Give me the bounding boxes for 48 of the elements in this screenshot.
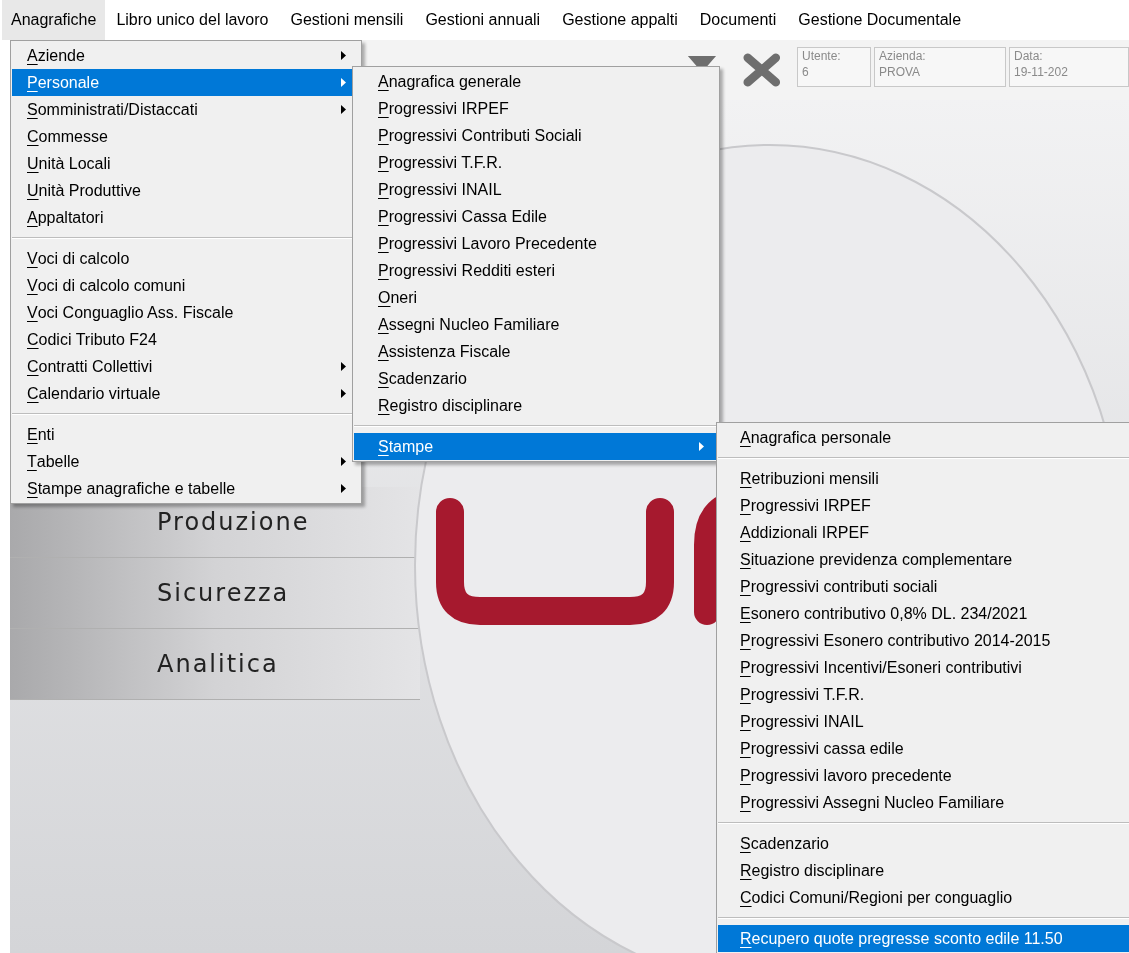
menu-item[interactable]: Progressivi lavoro precedente [718,762,1129,789]
nav-item[interactable]: Sicurezza [10,558,420,629]
menu-bar-item[interactable]: Anagrafiche [2,0,106,40]
menu-item[interactable]: Stampe [354,433,718,460]
menu-item[interactable]: Progressivi cassa edile [718,735,1129,762]
menu-item[interactable]: Progressivi T.F.R. [354,149,718,176]
menu-item[interactable]: Progressivi contributi sociali [718,573,1129,600]
menu-item[interactable]: Recupero quote pregresse sconto edile 11.50 [718,925,1129,952]
menu-item[interactable]: Progressivi T.F.R. [718,681,1129,708]
menu-item[interactable]: Progressivi Cassa Edile [354,203,718,230]
menu-item[interactable]: Registro disciplinare [354,392,718,419]
menu-item[interactable]: Progressivi INAIL [354,176,718,203]
menu-item[interactable]: Progressivi IRPEF [354,95,718,122]
field-label: Utente: [802,48,842,64]
menu-item[interactable]: Progressivi Lavoro Precedente [354,230,718,257]
menu-item[interactable]: Anagrafica personale [718,424,1129,451]
menu-item[interactable]: Progressivi IRPEF [718,492,1129,519]
field-label: Data: [1014,48,1044,64]
field-value: 19-11-202 [1014,64,1069,80]
close-icon[interactable] [743,52,781,88]
menu-item[interactable]: Progressivi Contributi Sociali [354,122,718,149]
menu-item[interactable]: Addizionali IRPEF [718,519,1129,546]
menu-item[interactable]: Scadenzario [718,830,1129,857]
menu-bar-item[interactable]: Libro unico del lavoro [105,0,280,40]
menu-item[interactable]: Esonero contributivo 0,8% DL. 234/2021 [718,600,1129,627]
menu-item[interactable]: Assegni Nucleo Familiare [354,311,718,338]
menu-bar-item[interactable]: Documenti [688,0,788,40]
menu-bar-item[interactable]: Gestioni annuali [414,0,552,40]
nav-item[interactable]: Analitica [10,629,420,700]
menu-item[interactable]: Assistenza Fiscale [354,338,718,365]
menu-bar-item[interactable]: Gestione Documentale [787,0,973,40]
field-label: Azienda: [879,48,927,64]
field-value: PROVA [879,64,922,80]
menu-item[interactable]: Retribuzioni mensili [718,465,1129,492]
menu-item[interactable]: Progressivi Assegni Nucleo Familiare [718,789,1129,816]
menu-bar-item[interactable]: Gestione appalti [551,0,689,40]
menu-item[interactable]: Situazione previdenza complementare [718,546,1129,573]
menu-item[interactable]: Progressivi Redditi esteri [354,257,718,284]
menu-item[interactable]: Aziende [12,42,360,69]
menu-item[interactable]: Codici Comuni/Regioni per conguaglio [718,884,1129,911]
menu-bar-item[interactable]: Gestioni mensili [279,0,415,40]
field-value: 6 [802,64,810,80]
menu-item[interactable]: Oneri [354,284,718,311]
menu-item[interactable]: Scadenzario [354,365,718,392]
menu-item[interactable]: Registro disciplinare [718,857,1129,884]
menu-item[interactable]: Progressivi INAIL [718,708,1129,735]
menu-item[interactable]: Progressivi Incentivi/Esoneri contributivi [718,654,1129,681]
menu-item[interactable]: Progressivi Esonero contributivo 2014-2015 [718,627,1129,654]
